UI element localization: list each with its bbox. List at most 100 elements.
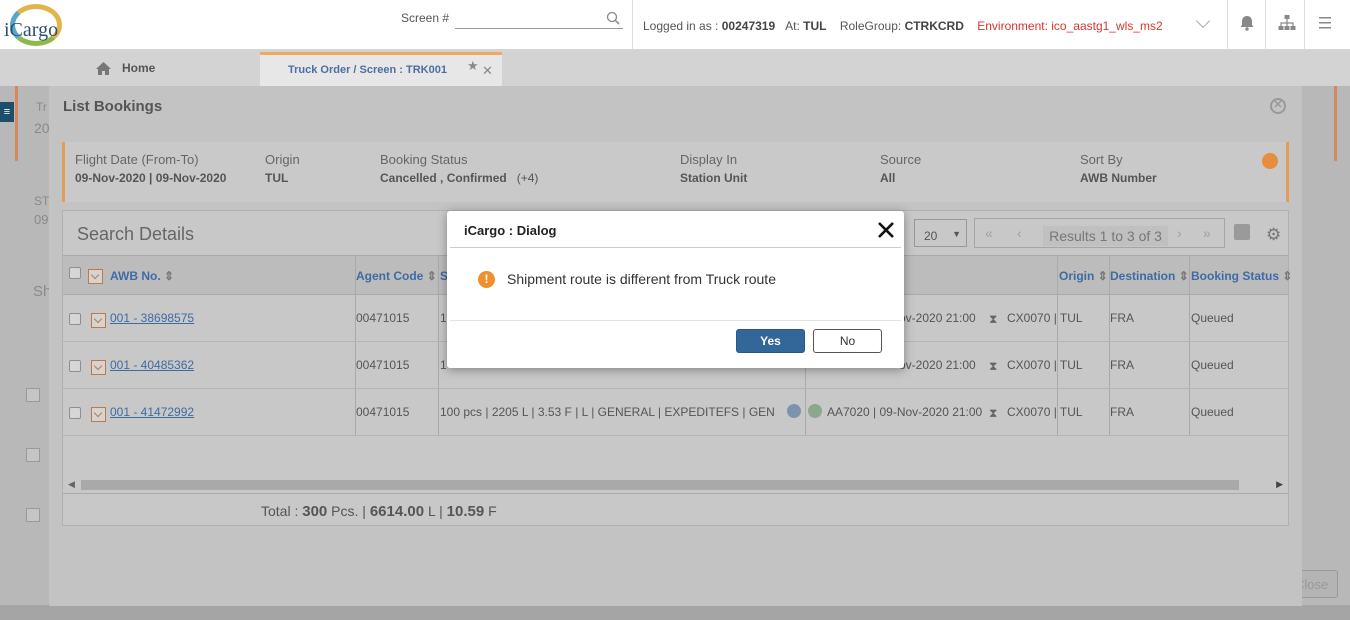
filter-sort-by: Sort By AWB Number (1080, 152, 1157, 185)
background-checkbox[interactable] (26, 388, 40, 402)
icargo-logo[interactable]: iCargo (2, 2, 64, 48)
screen-tabs: Home Truck Order / Screen : TRK001 ★ ✕ (0, 50, 1350, 86)
close-tab-icon[interactable]: ✕ (482, 63, 493, 79)
shipment-details: 1 (440, 358, 447, 372)
screen-number-label: Screen # (401, 11, 450, 25)
edit-filter-icon[interactable] (1262, 153, 1278, 169)
truck-route: CX0070 | TUL (1007, 358, 1083, 372)
last-page-icon[interactable]: » (1203, 225, 1211, 241)
column-agent-code[interactable]: Agent Code ⇕ (356, 269, 437, 283)
background-panel (1302, 86, 1337, 161)
totals-summary: Total : 300 Pcs. | 6614.00 L | 10.59 F (261, 503, 497, 520)
filter-label: Sort By (1080, 152, 1123, 167)
confirmed-check-icon (808, 404, 822, 418)
star-icon[interactable]: ★ (467, 58, 479, 74)
export-excel-icon[interactable] (1234, 224, 1250, 240)
dialog-title: iCargo : Dialog (464, 223, 557, 238)
row-checkbox[interactable] (69, 313, 81, 325)
expand-all-toggle[interactable] (88, 269, 103, 284)
scrollbar-thumb[interactable] (81, 480, 1239, 490)
select-all-checkbox[interactable] (69, 267, 81, 279)
booking-status-more: (+4) (516, 171, 539, 185)
column-label: Agent Code (356, 269, 424, 283)
row-checkbox[interactable] (69, 360, 81, 372)
shipment-details: 100 pcs | 2205 L | 3.53 F | L | GENERAL … (440, 405, 775, 419)
user-id: 00247319 (721, 19, 776, 33)
scroll-right-icon[interactable]: ▶ (1276, 479, 1283, 490)
tab-home-label: Home (122, 61, 156, 75)
no-button[interactable]: No (813, 329, 882, 353)
header-divider (1304, 0, 1305, 50)
shipment-details: 1 (440, 311, 447, 325)
info-icon[interactable] (787, 404, 801, 418)
horizontal-scrollbar[interactable]: ◀ ▶ (63, 478, 1288, 492)
sidebar-toggle-icon[interactable]: ≡ (0, 102, 14, 122)
hourglass-icon: ⧗ (989, 406, 998, 420)
column-awb-no[interactable]: AWB No. ⇕ (110, 269, 174, 283)
background-text: 20 (34, 120, 50, 136)
filter-value: 09-Nov-2020 | 09-Nov-2020 (75, 171, 227, 185)
page-size-select[interactable]: 20 ▼ (914, 219, 967, 247)
flight-details: ov-2020 21:00 (899, 311, 976, 325)
booking-status: Queued (1191, 358, 1234, 372)
header-divider (1227, 0, 1228, 50)
sort-icon: ⇕ (164, 269, 175, 283)
table-row[interactable]: 001 - 41472992 00471015 100 pcs | 2205 L… (63, 389, 1288, 436)
results-count: Results 1 to 3 of 3 (1043, 226, 1168, 246)
pagination: « ‹ Results 1 to 3 of 3 › » (974, 218, 1225, 248)
background-checkbox[interactable] (26, 448, 40, 462)
dialog-divider (450, 247, 901, 248)
page-size-value: 20 (924, 229, 938, 243)
chevron-down-icon[interactable] (1195, 13, 1211, 29)
column-origin[interactable]: Origin ⇕ (1059, 269, 1108, 283)
sitemap-icon[interactable] (1277, 13, 1297, 33)
gear-icon[interactable]: ⚙ (1266, 226, 1282, 243)
totals-row: Total : 300 Pcs. | 6614.00 L | 10.59 F (63, 493, 1288, 525)
filter-value: Station Unit (680, 171, 748, 185)
station-label: At: (785, 19, 800, 33)
session-info: Logged in as : 00247319 At: TUL RoleGrou… (643, 19, 1163, 33)
background-text: ST (34, 194, 50, 208)
truck-route: CX0070 | TUL (1007, 311, 1083, 325)
prev-page-icon[interactable]: ‹ (1017, 225, 1022, 241)
row-expand-toggle[interactable] (91, 313, 106, 328)
environment-name: Environment: ico_aastg1_wls_ms2 (977, 19, 1163, 33)
bell-icon[interactable] (1237, 13, 1257, 33)
filter-display-in: Display In Station Unit (680, 152, 747, 185)
tab-truck-order[interactable]: Truck Order / Screen : TRK001 ★ ✕ (260, 52, 502, 86)
close-icon[interactable] (875, 219, 897, 241)
scroll-left-icon[interactable]: ◀ (68, 479, 75, 490)
background-checkbox[interactable] (26, 508, 40, 522)
hamburger-menu-icon[interactable] (1316, 13, 1336, 33)
row-expand-toggle[interactable] (91, 360, 106, 375)
rolegroup-value: CTRKCRD (904, 19, 964, 33)
filter-booking-status: Booking Status Cancelled , Confirmed (+4… (380, 152, 538, 185)
filter-value: AWB Number (1080, 171, 1157, 185)
filter-origin: Origin TUL (265, 152, 300, 185)
weight-unit: L | (427, 503, 443, 519)
filter-summary[interactable]: Flight Date (From-To) 09-Nov-2020 | 09-N… (62, 142, 1289, 202)
awb-number-link[interactable]: 001 - 38698575 (110, 311, 194, 325)
tab-home[interactable]: Home (95, 56, 155, 80)
filter-value: Cancelled , Confirmed (+4) (380, 171, 538, 185)
yes-button[interactable]: Yes (736, 329, 805, 353)
row-expand-toggle[interactable] (91, 407, 106, 422)
search-icon[interactable] (606, 11, 620, 25)
filter-label: Display In (680, 152, 738, 167)
pieces-unit: Pcs. | (331, 503, 366, 519)
warning-icon: ! (478, 271, 495, 288)
close-modal-icon[interactable]: ✕ (1270, 98, 1286, 114)
awb-number-link[interactable]: 001 - 41472992 (110, 405, 194, 419)
first-page-icon[interactable]: « (985, 225, 993, 241)
awb-number-link[interactable]: 001 - 40485362 (110, 358, 194, 372)
next-page-icon[interactable]: › (1177, 225, 1182, 241)
filter-label: Origin (265, 152, 300, 167)
flight-details: AA7020 | 09-Nov-2020 21:00 (827, 405, 983, 419)
row-checkbox[interactable] (69, 407, 81, 419)
app-header: iCargo Screen # Logged in as : 00247319 … (0, 0, 1350, 50)
agent-code: 00471015 (356, 311, 410, 325)
sort-icon: ⇕ (1282, 269, 1293, 283)
screen-number-input[interactable] (455, 8, 623, 29)
column-destination[interactable]: Destination ⇕ (1110, 269, 1189, 283)
column-booking-status[interactable]: Booking Status ⇕ (1191, 269, 1292, 283)
